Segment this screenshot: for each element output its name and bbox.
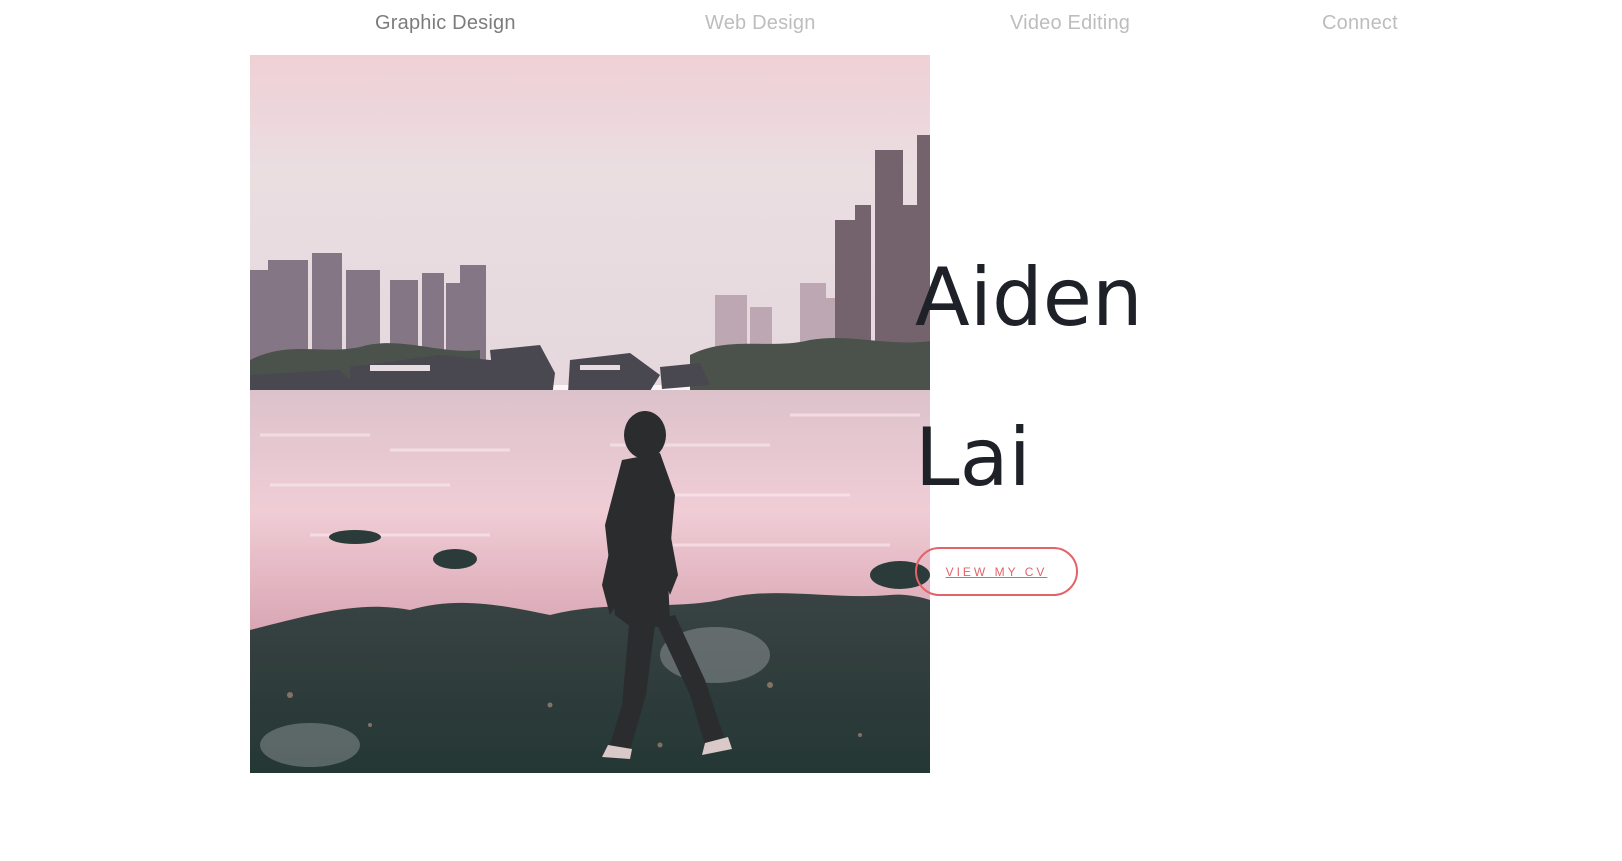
hero-photo xyxy=(250,55,930,773)
nav-web-design[interactable]: Web Design xyxy=(705,12,816,35)
nav-video-editing[interactable]: Video Editing xyxy=(1010,12,1130,35)
name-first: Aiden xyxy=(915,251,1143,344)
portrait-photo-icon xyxy=(250,55,930,773)
top-navigation: Graphic Design Web Design Video Editing … xyxy=(0,0,1622,50)
view-cv-label: VIEW MY CV xyxy=(945,564,1048,579)
name-last: Lai xyxy=(915,411,1031,504)
nav-graphic-design[interactable]: Graphic Design xyxy=(375,12,516,35)
nav-connect[interactable]: Connect xyxy=(1322,12,1398,35)
view-cv-button[interactable]: VIEW MY CV xyxy=(915,547,1078,596)
